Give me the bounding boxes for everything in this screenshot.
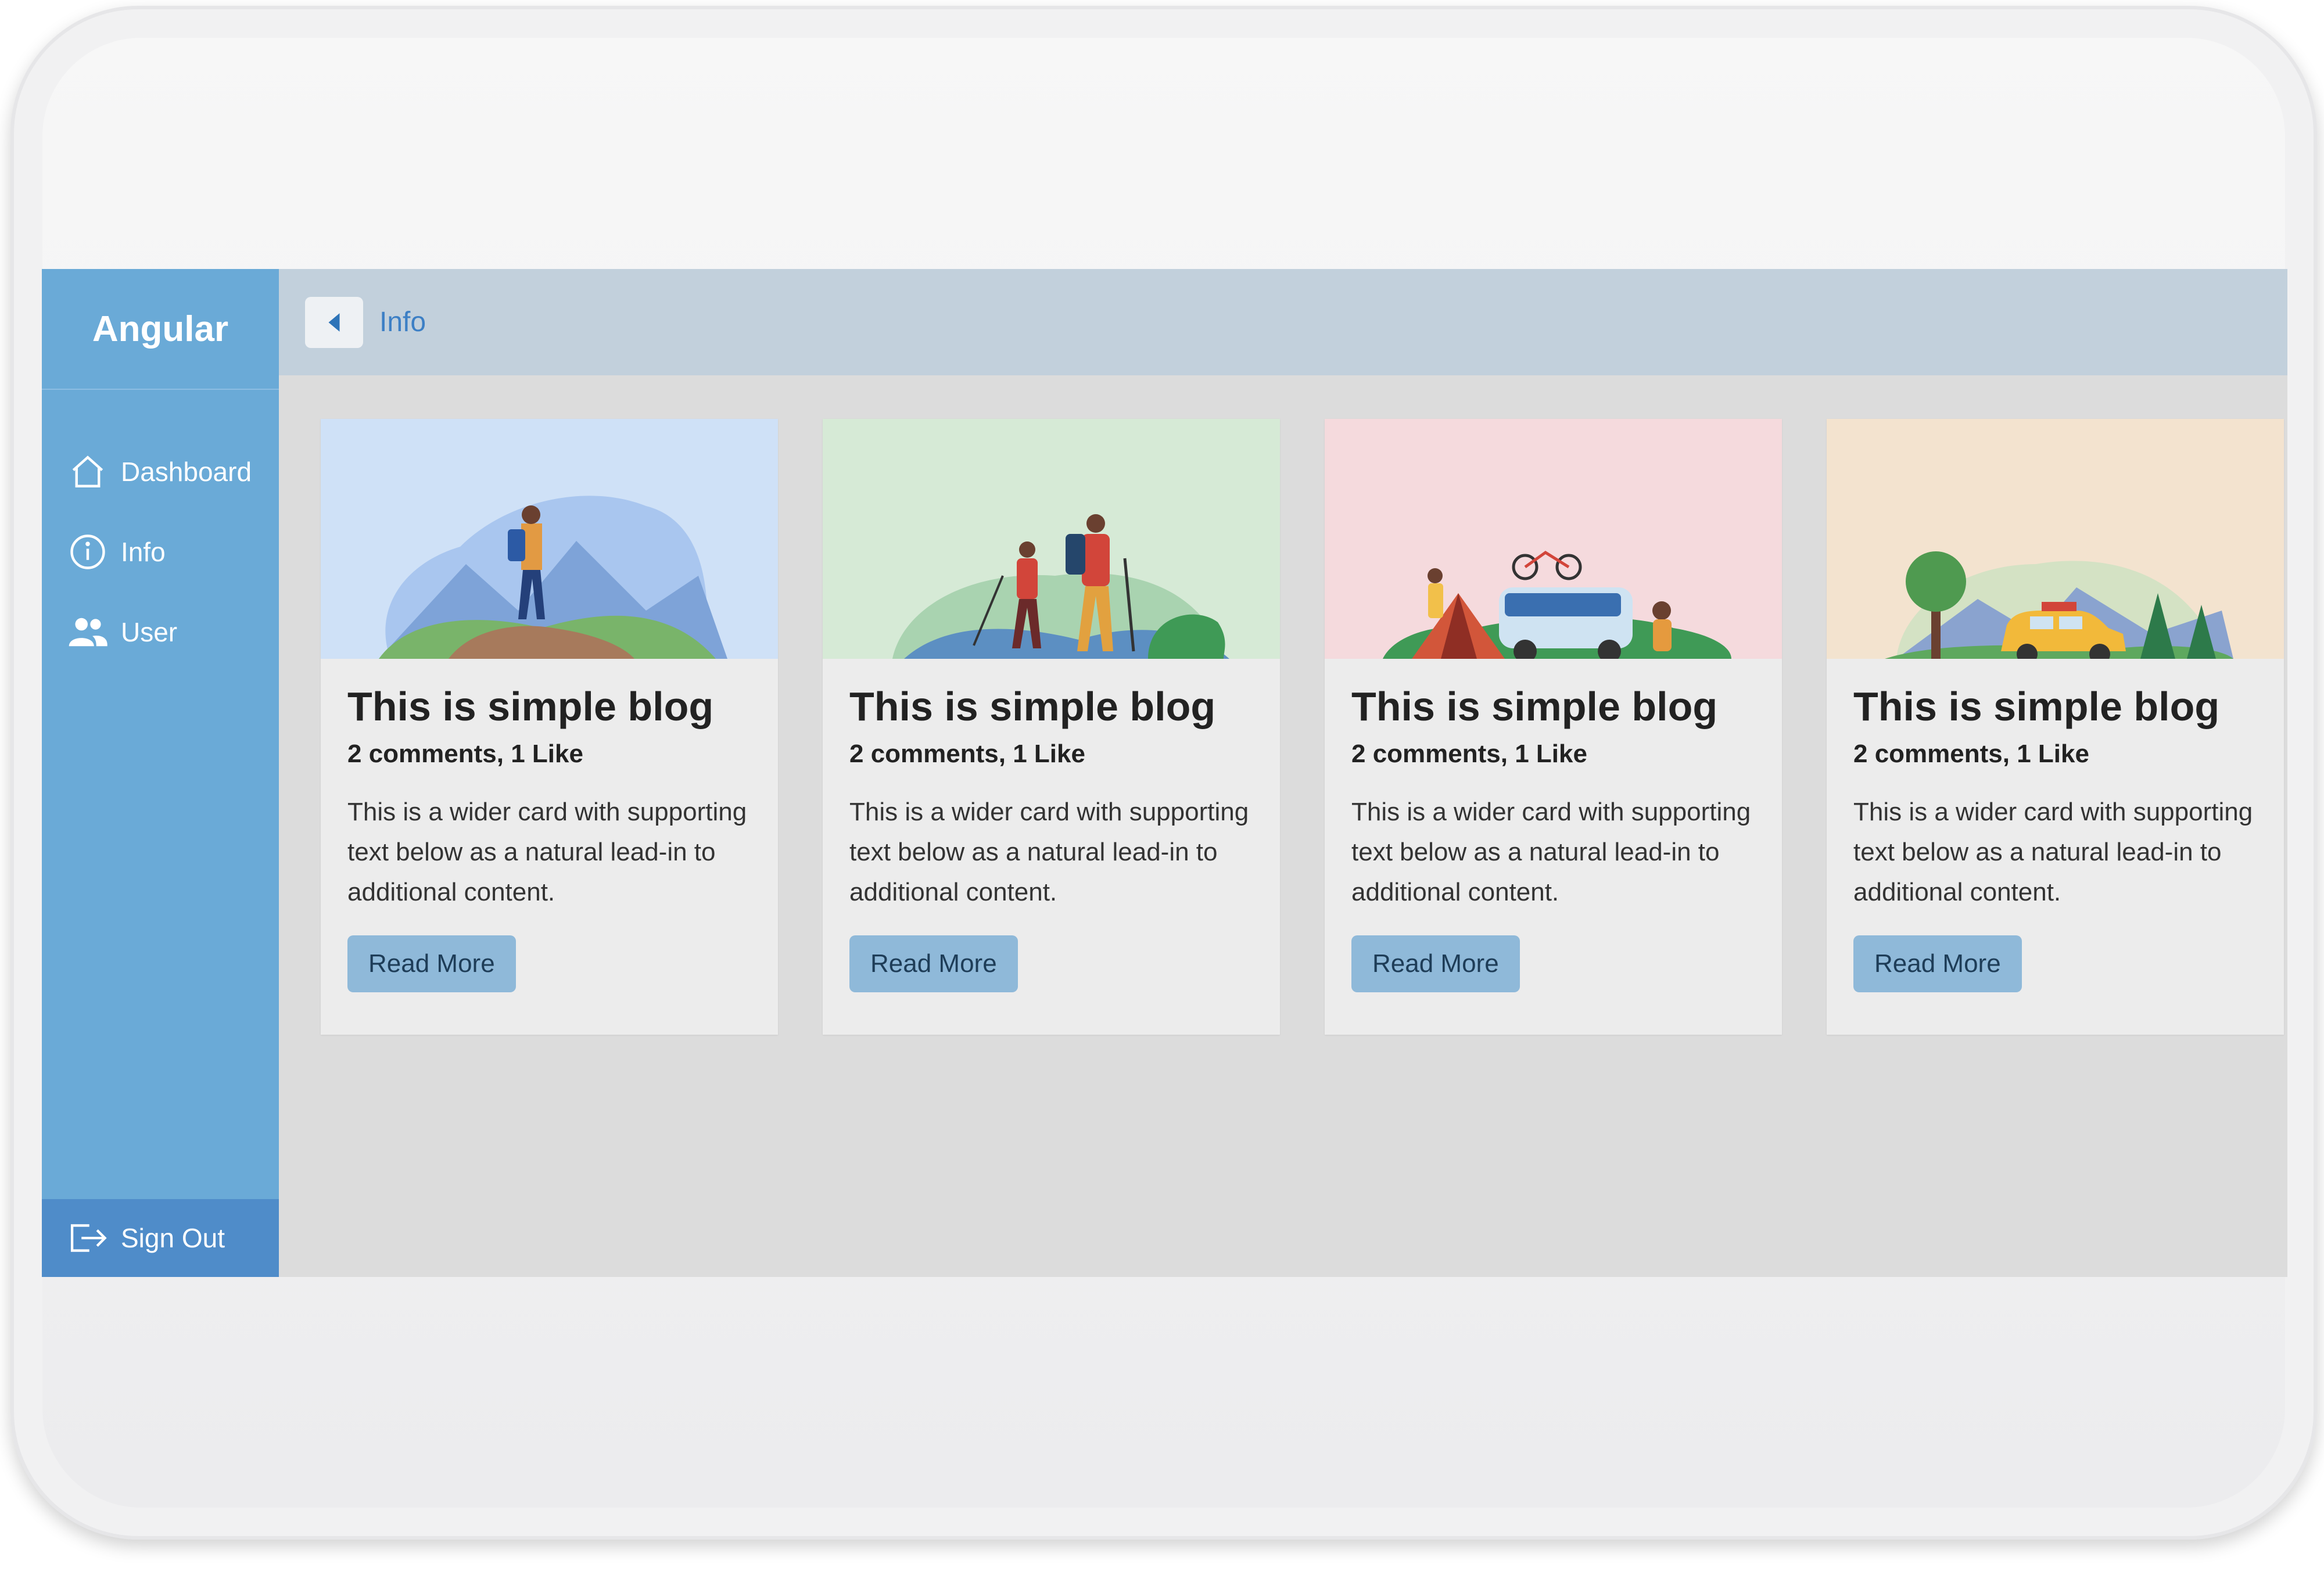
blog-card: This is simple blog 2 comments, 1 Like T… <box>823 419 1280 1035</box>
sign-out-label: Sign Out <box>121 1223 225 1253</box>
blog-card: This is simple blog 2 comments, 1 Like T… <box>321 419 778 1035</box>
breadcrumb[interactable]: Info <box>379 306 426 338</box>
card-meta: 2 comments, 1 Like <box>1351 740 1587 768</box>
card-text: This is a wider card with supporting tex… <box>347 798 747 906</box>
app-screen: Angular Dashboard Info User Sign Out Inf… <box>42 269 2287 1277</box>
sidebar-nav: Dashboard Info User <box>42 432 279 672</box>
read-more-button[interactable]: Read More <box>347 935 516 992</box>
brand-logo: Angular <box>42 269 279 390</box>
card-text: This is a wider card with supporting tex… <box>849 798 1249 906</box>
caret-left-icon <box>328 313 340 332</box>
sidebar-item-info[interactable]: Info <box>42 512 279 592</box>
read-more-button[interactable]: Read More <box>849 935 1018 992</box>
road-trip-car-illustration <box>1827 419 2284 659</box>
sidebar-item-label: Dashboard <box>121 457 252 487</box>
sidebar-item-user[interactable]: User <box>42 592 279 672</box>
sidebar-item-label: User <box>121 617 178 647</box>
trekking-couple-illustration <box>823 419 1280 659</box>
card-meta: 2 comments, 1 Like <box>1853 740 2089 768</box>
sign-out-icon <box>67 1218 108 1258</box>
top-bar: Info <box>279 269 2287 375</box>
sidebar-item-label: Info <box>121 537 166 567</box>
card-meta: 2 comments, 1 Like <box>347 740 583 768</box>
card-title: This is simple blog <box>849 684 1216 729</box>
read-more-button[interactable]: Read More <box>1351 935 1520 992</box>
sidebar: Angular Dashboard Info User Sign Out <box>42 269 279 1277</box>
blog-card: This is simple blog 2 comments, 1 Like T… <box>1325 419 1782 1035</box>
card-text: This is a wider card with supporting tex… <box>1351 798 1751 906</box>
card-title: This is simple blog <box>1853 684 2220 729</box>
users-icon <box>67 612 108 652</box>
card-meta: 2 comments, 1 Like <box>849 740 1085 768</box>
sign-out-button[interactable]: Sign Out <box>42 1199 279 1277</box>
home-icon <box>67 451 108 492</box>
card-title: This is simple blog <box>347 684 714 729</box>
hiker-mountains-illustration <box>321 419 778 659</box>
camping-party-illustration <box>1325 419 1782 659</box>
blog-card: This is simple blog 2 comments, 1 Like T… <box>1827 419 2284 1035</box>
back-button[interactable] <box>305 296 363 348</box>
read-more-button[interactable]: Read More <box>1853 935 2022 992</box>
sidebar-item-dashboard[interactable]: Dashboard <box>42 432 279 512</box>
info-icon <box>67 532 108 572</box>
card-title: This is simple blog <box>1351 684 1718 729</box>
card-text: This is a wider card with supporting tex… <box>1853 798 2253 906</box>
